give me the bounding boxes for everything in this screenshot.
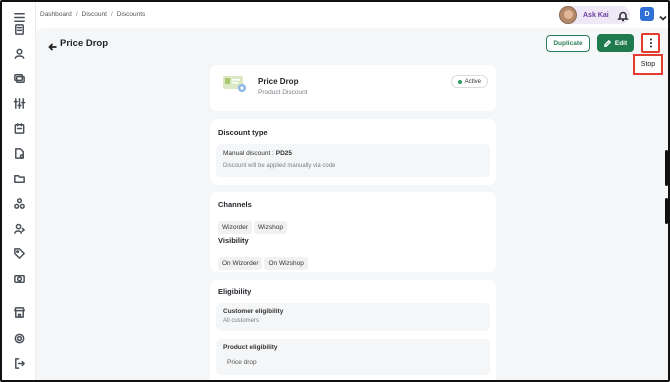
- channels-heading: Channels: [218, 200, 252, 209]
- user-share-icon[interactable]: [12, 221, 26, 235]
- status-badge: Active: [450, 75, 488, 88]
- user-avatar[interactable]: D: [640, 7, 654, 21]
- summary-subtitle: Product Discount: [258, 89, 308, 96]
- visibility-list: On Wizorder On Wizshop: [218, 252, 310, 270]
- discount-summary-card: Price Drop Product Discount Active: [210, 65, 496, 111]
- breadcrumb-dashboard[interactable]: Dashboard: [40, 11, 72, 18]
- product-eligibility-block: Product eligibility Price drop: [216, 339, 490, 375]
- tag-icon[interactable]: [12, 246, 26, 260]
- customer-eligibility-value: All customers: [223, 318, 260, 324]
- duplicate-button[interactable]: Duplicate: [546, 35, 590, 52]
- page-title: Price Drop: [60, 38, 109, 49]
- breadcrumb-separator: /: [110, 11, 113, 18]
- chevron-down-icon[interactable]: [658, 10, 668, 21]
- discount-type-note: Discount will be applied manually via co…: [223, 163, 336, 169]
- manual-discount-line: Manual discount : PD25: [223, 150, 293, 157]
- product-eligibility-value: Price drop: [227, 359, 257, 366]
- stop-menu-item[interactable]: Stop: [633, 54, 663, 75]
- discount-ticket-icon: [223, 76, 246, 92]
- gear-icon[interactable]: [12, 331, 26, 345]
- ask-kai-label: Ask Kai: [583, 11, 609, 19]
- breadcrumb-discounts: Discounts: [116, 11, 146, 18]
- product-eligibility-label: Product eligibility: [223, 344, 278, 351]
- app-window: Dashboard / Discount / Discounts Ask Kai…: [0, 0, 670, 382]
- calendar-icon[interactable]: [12, 121, 26, 135]
- more-vertical-icon: [649, 38, 652, 48]
- discount-type-heading: Discount type: [218, 128, 268, 137]
- channels-card: Channels Wizorder Wizshop Visibility On W…: [210, 192, 496, 272]
- user-icon[interactable]: [12, 46, 26, 60]
- breadcrumb-discount[interactable]: Discount: [82, 11, 107, 18]
- channel-chip: Wizorder: [218, 221, 253, 234]
- breadcrumb: Dashboard / Discount / Discounts: [40, 11, 145, 18]
- channel-chip: Wizshop: [254, 221, 287, 234]
- edit-button[interactable]: Edit: [597, 34, 634, 52]
- main-content: Price Drop Duplicate Edit Stop Price Dro…: [36, 28, 668, 380]
- boxes-icon[interactable]: [12, 196, 26, 210]
- status-label: Active: [464, 78, 481, 85]
- bell-icon[interactable]: [617, 9, 629, 22]
- eligibility-heading: Eligibility: [218, 287, 252, 296]
- status-dot: [457, 79, 462, 84]
- arrow-left-icon[interactable]: [48, 39, 58, 51]
- visibility-chip: On Wizorder: [218, 257, 263, 270]
- more-options-button[interactable]: [641, 33, 660, 53]
- channels-list: Wizorder Wizshop: [218, 216, 289, 234]
- coins-icon[interactable]: [12, 71, 26, 85]
- visibility-chip: On Wizshop: [264, 257, 308, 270]
- assistant-avatar: [559, 6, 577, 24]
- pencil-icon: [604, 39, 611, 47]
- discount-type-detail: Manual discount : PD25 Discount will be …: [216, 144, 490, 177]
- document-icon[interactable]: [12, 146, 26, 160]
- sidebar: [2, 2, 36, 380]
- customer-eligibility-label: Customer eligibility: [223, 308, 284, 315]
- scrollbar-thumb[interactable]: [665, 198, 668, 224]
- logout-icon[interactable]: [12, 356, 26, 370]
- summary-title: Price Drop: [258, 77, 299, 86]
- edit-label: Edit: [614, 39, 628, 47]
- manual-discount-label: Manual discount: [223, 150, 271, 157]
- customer-eligibility-block: Customer eligibility All customers: [216, 303, 490, 331]
- sliders-icon[interactable]: [12, 96, 26, 110]
- visibility-heading: Visibility: [218, 236, 249, 245]
- folder-icon[interactable]: [12, 171, 26, 185]
- eligibility-card: Eligibility Customer eligibility All cus…: [210, 280, 496, 380]
- top-bar: Dashboard / Discount / Discounts Ask Kai…: [36, 2, 668, 28]
- scrollbar-thumb[interactable]: [665, 150, 668, 186]
- breadcrumb-separator: /: [75, 11, 78, 18]
- clipboard-icon[interactable]: [12, 22, 26, 36]
- camera-icon[interactable]: [12, 271, 26, 285]
- discount-code: PD25: [275, 150, 293, 157]
- discount-type-card: Discount type Manual discount : PD25 Dis…: [210, 119, 496, 185]
- store-icon[interactable]: [12, 305, 26, 319]
